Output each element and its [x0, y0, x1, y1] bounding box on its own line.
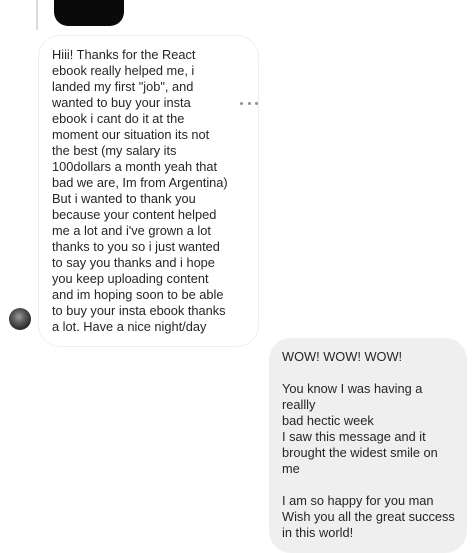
shared-media-preview[interactable]: [54, 0, 124, 26]
incoming-message-bubble[interactable]: Hiii! Thanks for the React ebook really …: [38, 35, 259, 347]
more-options-icon[interactable]: [240, 96, 258, 110]
outgoing-message-bubble[interactable]: WOW! WOW! WOW! You know I was having a r…: [269, 338, 467, 553]
dot: [255, 101, 258, 105]
outgoing-message-text: WOW! WOW! WOW! You know I was having a r…: [282, 349, 455, 540]
reply-thread-line: [36, 0, 38, 30]
incoming-message-text: Hiii! Thanks for the React ebook really …: [52, 47, 228, 334]
sender-avatar[interactable]: [9, 308, 31, 330]
dot: [247, 101, 251, 105]
dot: [240, 101, 243, 105]
